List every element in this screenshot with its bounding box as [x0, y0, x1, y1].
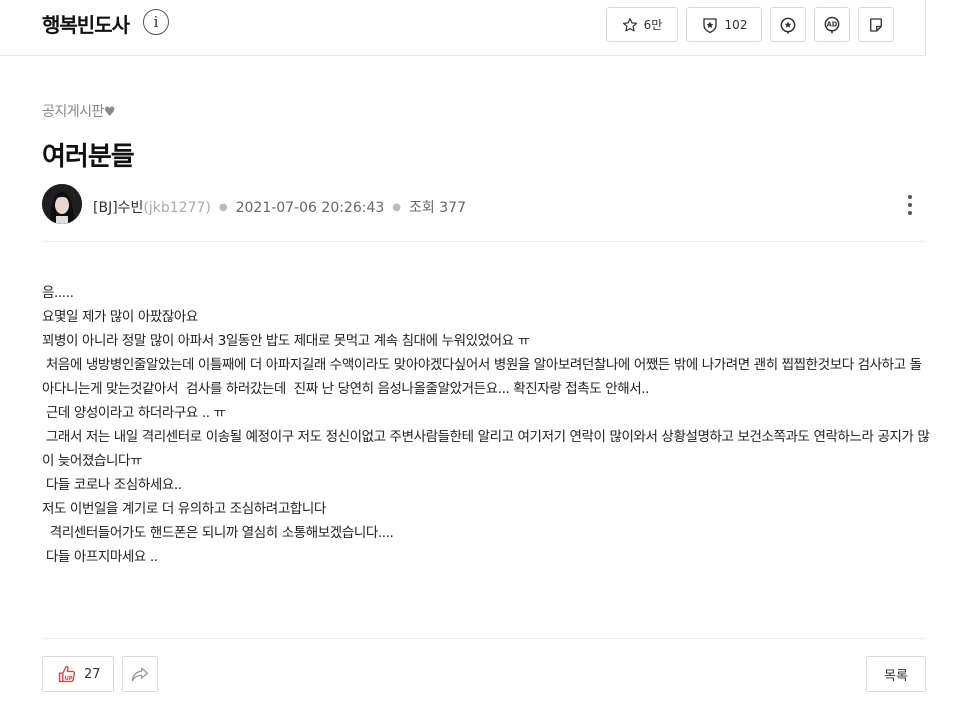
avatar-image [42, 184, 82, 224]
avatar[interactable] [42, 184, 82, 224]
body-line: 다들 아프지마세요 .. [42, 549, 158, 565]
views-count: 377 [439, 200, 466, 216]
ad-button[interactable]: AD [814, 7, 850, 42]
category-label: 공지게시판 [42, 104, 104, 120]
body-line: 그래서 저는 내일 격리센터로 이송될 예정이구 저도 정신이없고 주변사람들한… [42, 429, 930, 469]
heart-icon: ♥ [103, 105, 116, 120]
star-icon [622, 17, 637, 31]
views-label: 조회 [409, 200, 435, 216]
body-line: 격리센터들어가도 핸드폰은 되니까 열심히 소통해보겠습니다.... [42, 525, 394, 541]
like-count: 27 [84, 666, 101, 682]
body-line: 음..... [42, 285, 74, 301]
body-line: 다들 코로나 조심하세요.. [42, 477, 182, 493]
share-button[interactable] [122, 656, 158, 692]
post-title: 여러분들 [42, 142, 135, 172]
more-options-icon[interactable] [901, 192, 919, 218]
info-icon[interactable]: i [143, 9, 169, 35]
board-category[interactable]: 공지게시판♥ [42, 101, 116, 121]
sticker-button[interactable] [770, 7, 806, 42]
channel-name[interactable]: 행복빈도사 [42, 9, 130, 38]
like-icon-label: UP [65, 676, 73, 682]
fan-badge-button[interactable]: 102 [686, 7, 762, 42]
favorite-button[interactable]: 6만 [606, 7, 678, 42]
favorite-count: 6만 [643, 18, 663, 32]
ad-icon-label: AD [827, 20, 838, 28]
post-meta: [BJ]수빈(jkb1277) ● 2021-07-06 20:26:43 ● 조회 3… [93, 197, 466, 217]
ad-icon: AD [824, 16, 840, 33]
like-button[interactable]: UP 27 [42, 656, 114, 692]
post-datetime: 2021-07-06 20:26:43 [235, 200, 385, 216]
body-line: 저도 이번일을 계기로 더 유의하고 조심하려고합니다 [42, 501, 326, 517]
body-line: 요몇일 제가 많이 아팠잖아요 [42, 309, 198, 325]
fan-badge-count: 102 [724, 17, 748, 32]
meta-separator: ● [392, 202, 402, 213]
author-id: (jkb1277) [143, 200, 211, 216]
thumbs-up-icon: UP [58, 665, 76, 683]
meta-separator: ● [218, 202, 228, 213]
divider [42, 638, 926, 639]
list-button[interactable]: 목록 [866, 656, 926, 692]
note-button[interactable] [858, 7, 894, 42]
body-line: 꾀병이 아니라 정말 많이 아파서 3일동안 밥도 제대로 못먹고 계속 침대에… [42, 333, 530, 349]
note-icon [870, 17, 882, 32]
author-name[interactable]: [BJ]수빈 [93, 200, 143, 216]
badge-star-icon [702, 17, 717, 33]
top-bar: 행복빈도사 i 6만 102 AD [0, 0, 926, 56]
post-body: 음..... 요몇일 제가 많이 아팠잖아요 꾀병이 아니라 정말 많이 아파서… [42, 281, 932, 569]
divider [42, 241, 926, 242]
body-line: 근데 양성이라고 하더라구요 .. ㅠ [42, 405, 226, 421]
share-icon [131, 667, 149, 682]
sticker-icon [780, 17, 796, 34]
body-line: 처음에 냉방병인줄알았는데 이틀째에 더 아파지길래 수액이라도 맞아야겠다싶어… [42, 357, 922, 397]
